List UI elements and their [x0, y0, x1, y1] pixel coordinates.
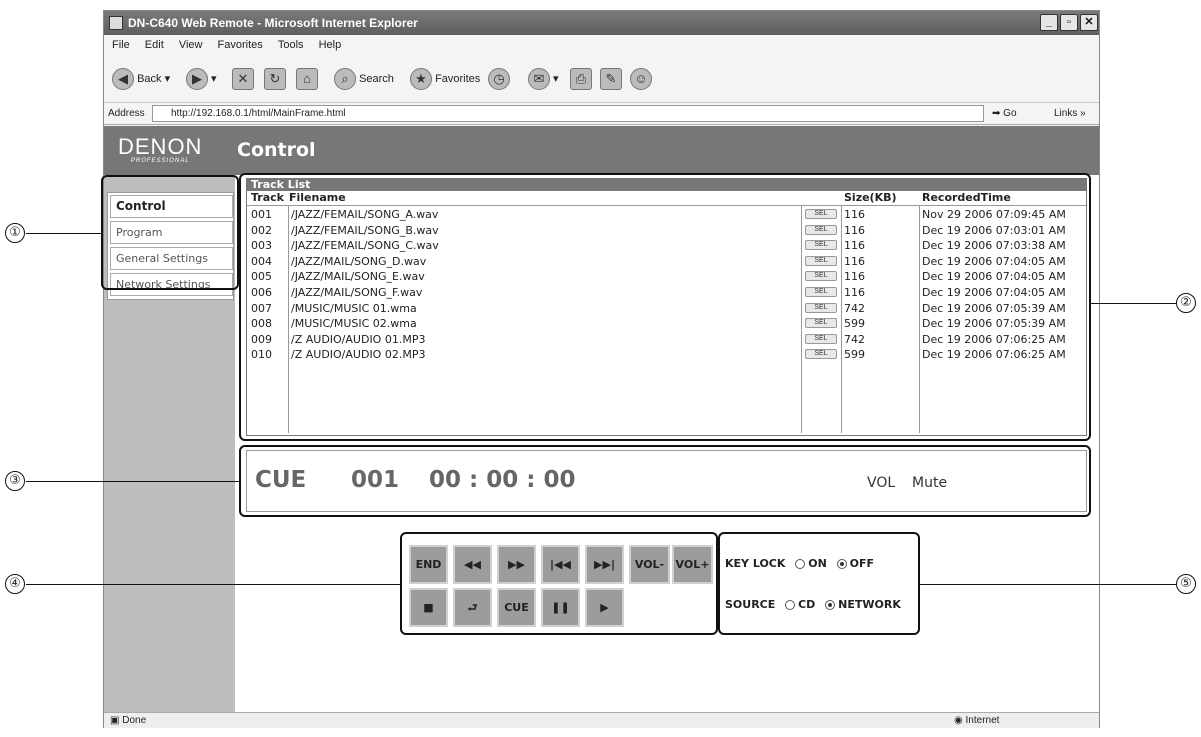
callout-leader-5 — [920, 584, 1177, 585]
callout-leader-1 — [26, 233, 102, 234]
forward-button[interactable]: ▶ ▾ — [186, 67, 217, 91]
menu-help[interactable]: Help — [319, 39, 342, 51]
title-bar: DN-C640 Web Remote - Microsoft Internet … — [104, 11, 1099, 35]
status-text: ▣ Done — [110, 715, 147, 726]
history-icon: ◷ — [488, 68, 510, 91]
menu-edit[interactable]: Edit — [145, 39, 164, 51]
search-button[interactable]: ⌕ Search — [334, 67, 394, 91]
back-button[interactable]: ◀ Back ▾ — [112, 67, 170, 91]
go-button[interactable]: ➡ Go — [992, 103, 1017, 125]
links-button[interactable]: Links » — [1054, 103, 1086, 125]
callout-box-5 — [718, 532, 920, 635]
favorites-button[interactable]: ★ Favorites — [410, 67, 480, 91]
mail-button[interactable]: ✉ ▾ — [528, 67, 559, 91]
ie-app-icon — [109, 16, 123, 30]
edit-button[interactable]: ✎ — [600, 67, 622, 91]
zone-text: ◉ Internet — [954, 715, 1000, 726]
close-icon[interactable]: ✕ — [1080, 14, 1098, 31]
callout-number-3: ③ — [5, 471, 25, 491]
menu-tools[interactable]: Tools — [278, 39, 304, 51]
messenger-icon: ☺ — [630, 68, 652, 91]
stop-icon: ✕ — [232, 68, 254, 91]
callout-leader-2 — [1091, 303, 1177, 304]
menu-bar: File Edit View Favorites Tools Help — [104, 35, 1099, 55]
address-bar: Address http://192.168.0.1/html/MainFram… — [104, 103, 1099, 125]
search-icon: ⌕ — [334, 68, 356, 91]
history-button[interactable]: ◷ — [488, 67, 510, 91]
callout-box-3 — [239, 445, 1091, 517]
refresh-button[interactable]: ↻ — [264, 67, 286, 91]
messenger-button[interactable]: ☺ — [630, 67, 652, 91]
maximize-icon[interactable]: ▫ — [1060, 14, 1078, 31]
edit-icon: ✎ — [600, 68, 622, 91]
denon-logo: DENON PROFESSIONAL — [118, 134, 203, 164]
print-icon: ⎙ — [570, 68, 592, 91]
toolbar: ◀ Back ▾ ▶ ▾ ✕ ↻ ⌂ ⌕ Search ★ Favorites … — [104, 55, 1099, 103]
home-icon: ⌂ — [296, 68, 318, 91]
callout-number-5: ⑤ — [1176, 574, 1196, 594]
address-label: Address — [108, 108, 145, 119]
callout-leader-3 — [26, 481, 240, 482]
callout-leader-4 — [26, 584, 400, 585]
status-bar: ▣ Done ◉ Internet — [104, 712, 1099, 728]
mail-icon: ✉ — [528, 68, 550, 91]
page-header: DENON PROFESSIONAL Control — [104, 126, 1099, 175]
home-button[interactable]: ⌂ — [296, 67, 318, 91]
forward-arrow-icon: ▶ — [186, 68, 208, 91]
menu-file[interactable]: File — [112, 39, 130, 51]
print-button[interactable]: ⎙ — [570, 67, 592, 91]
address-input[interactable]: http://192.168.0.1/html/MainFrame.html — [152, 105, 984, 122]
callout-box-1 — [101, 175, 239, 290]
page-title: Control — [237, 139, 316, 161]
callout-number-4: ④ — [5, 574, 25, 594]
stop-button[interactable]: ✕ — [232, 67, 254, 91]
callout-number-1: ① — [5, 223, 25, 243]
callout-box-4 — [400, 532, 718, 635]
window-title: DN-C640 Web Remote - Microsoft Internet … — [128, 16, 418, 30]
refresh-icon: ↻ — [264, 68, 286, 91]
menu-favorites[interactable]: Favorites — [218, 39, 263, 51]
minimize-icon[interactable]: _ — [1040, 14, 1058, 31]
menu-view[interactable]: View — [179, 39, 203, 51]
callout-box-2 — [239, 173, 1091, 441]
back-arrow-icon: ◀ — [112, 68, 134, 91]
callout-number-2: ② — [1176, 293, 1196, 313]
star-icon: ★ — [410, 68, 432, 91]
